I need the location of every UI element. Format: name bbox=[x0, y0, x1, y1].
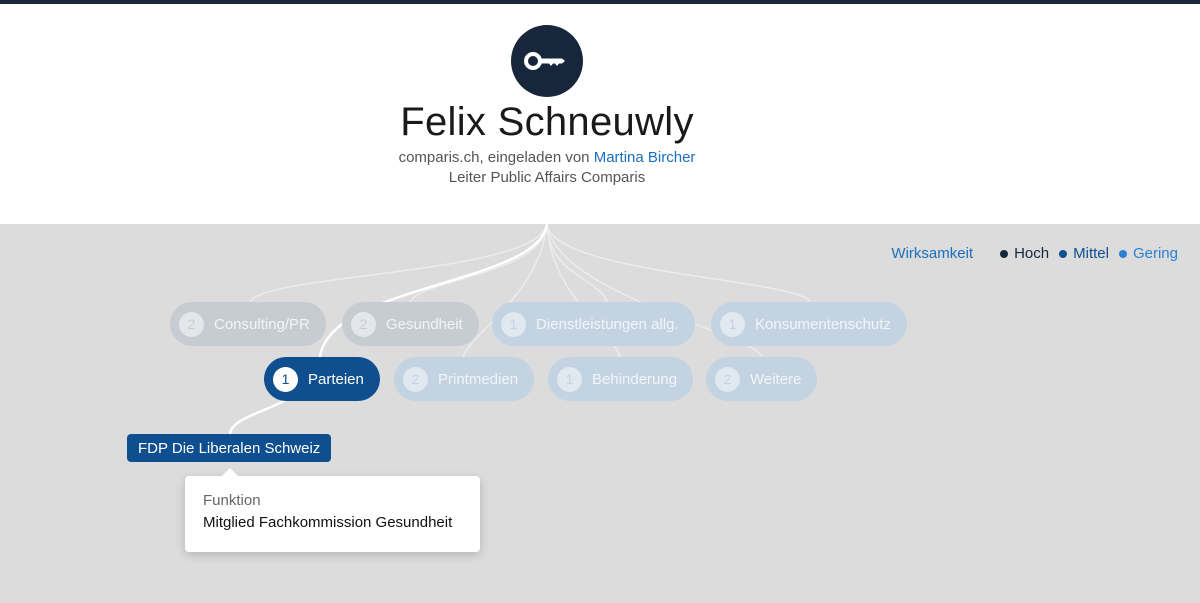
category-consulting-pr[interactable]: 2 Consulting/PR bbox=[170, 302, 326, 346]
category-label: Consulting/PR bbox=[214, 315, 310, 333]
category-label: Konsumentenschutz bbox=[755, 315, 891, 333]
legend-dot bbox=[1059, 249, 1068, 258]
organization-tag[interactable]: FDP Die Liberalen Schweiz bbox=[127, 434, 332, 462]
count-badge: 1 bbox=[557, 366, 582, 392]
count-badge: 2 bbox=[351, 311, 376, 337]
effectiveness-legend: Wirksamkeit Hoch Mittel Gering bbox=[891, 245, 1178, 262]
tooltip-arrow bbox=[221, 468, 239, 477]
legend-label: Gering bbox=[1132, 245, 1178, 262]
category-label: Behinderung bbox=[592, 370, 678, 388]
count-badge: 2 bbox=[715, 366, 740, 392]
company-name: comparis.ch bbox=[398, 149, 480, 166]
category-parteien[interactable]: 1 Parteien bbox=[264, 357, 380, 401]
profile-header: Felix Schneuwly comparis.ch, eingeladen … bbox=[0, 4, 1200, 224]
invited-by-link[interactable]: Martina Bircher bbox=[594, 149, 696, 166]
legend-item-mittel: Mittel bbox=[1059, 245, 1109, 262]
invited-by-prefix: , eingeladen von bbox=[479, 149, 594, 166]
avatar bbox=[511, 25, 583, 97]
function-tooltip: Funktion Mitglied Fachkommission Gesundh… bbox=[185, 468, 480, 552]
category-label: Parteien bbox=[308, 370, 364, 388]
count-badge: 1 bbox=[501, 311, 526, 337]
category-behinderung[interactable]: 1 Behinderung bbox=[548, 357, 694, 401]
category-label: Printmedien bbox=[438, 370, 519, 388]
category-weitere[interactable]: 2 Weitere bbox=[706, 357, 818, 401]
legend-dot bbox=[1000, 249, 1009, 258]
category-dienstleistungen[interactable]: 1 Dienstleistungen allg. bbox=[492, 302, 695, 346]
category-printmedien[interactable]: 2 Printmedien bbox=[394, 357, 535, 401]
count-badge: 2 bbox=[179, 311, 204, 337]
person-affiliation: comparis.ch, eingeladen von Martina Birc… bbox=[0, 149, 1094, 166]
count-badge: 1 bbox=[273, 366, 298, 392]
key-icon bbox=[524, 52, 565, 70]
count-badge: 1 bbox=[720, 311, 745, 337]
tooltip-title: Funktion bbox=[203, 492, 261, 509]
category-gesundheit[interactable]: 2 Gesundheit bbox=[342, 302, 479, 346]
category-label: Gesundheit bbox=[386, 315, 463, 333]
legend-label: Mittel bbox=[1073, 245, 1109, 262]
person-name: Felix Schneuwly bbox=[400, 100, 694, 144]
count-badge: 2 bbox=[403, 366, 428, 392]
connection-lines bbox=[228, 224, 811, 435]
legend-title[interactable]: Wirksamkeit bbox=[891, 245, 973, 262]
legend-dot bbox=[1118, 249, 1127, 258]
legend-item-hoch: Hoch bbox=[1000, 245, 1049, 262]
person-role: Leiter Public Affairs Comparis bbox=[448, 169, 646, 186]
category-konsumentenschutz[interactable]: 1 Konsumentenschutz bbox=[711, 302, 907, 346]
legend-item-gering: Gering bbox=[1118, 245, 1178, 262]
category-label: Dienstleistungen allg. bbox=[536, 315, 679, 333]
network-area: Wirksamkeit Hoch Mittel Gering 2 Consult… bbox=[0, 224, 1200, 603]
tooltip-value: Mitglied Fachkommission Gesundheit bbox=[203, 514, 453, 531]
legend-label: Hoch bbox=[1014, 245, 1050, 262]
category-label: Weitere bbox=[750, 370, 802, 388]
